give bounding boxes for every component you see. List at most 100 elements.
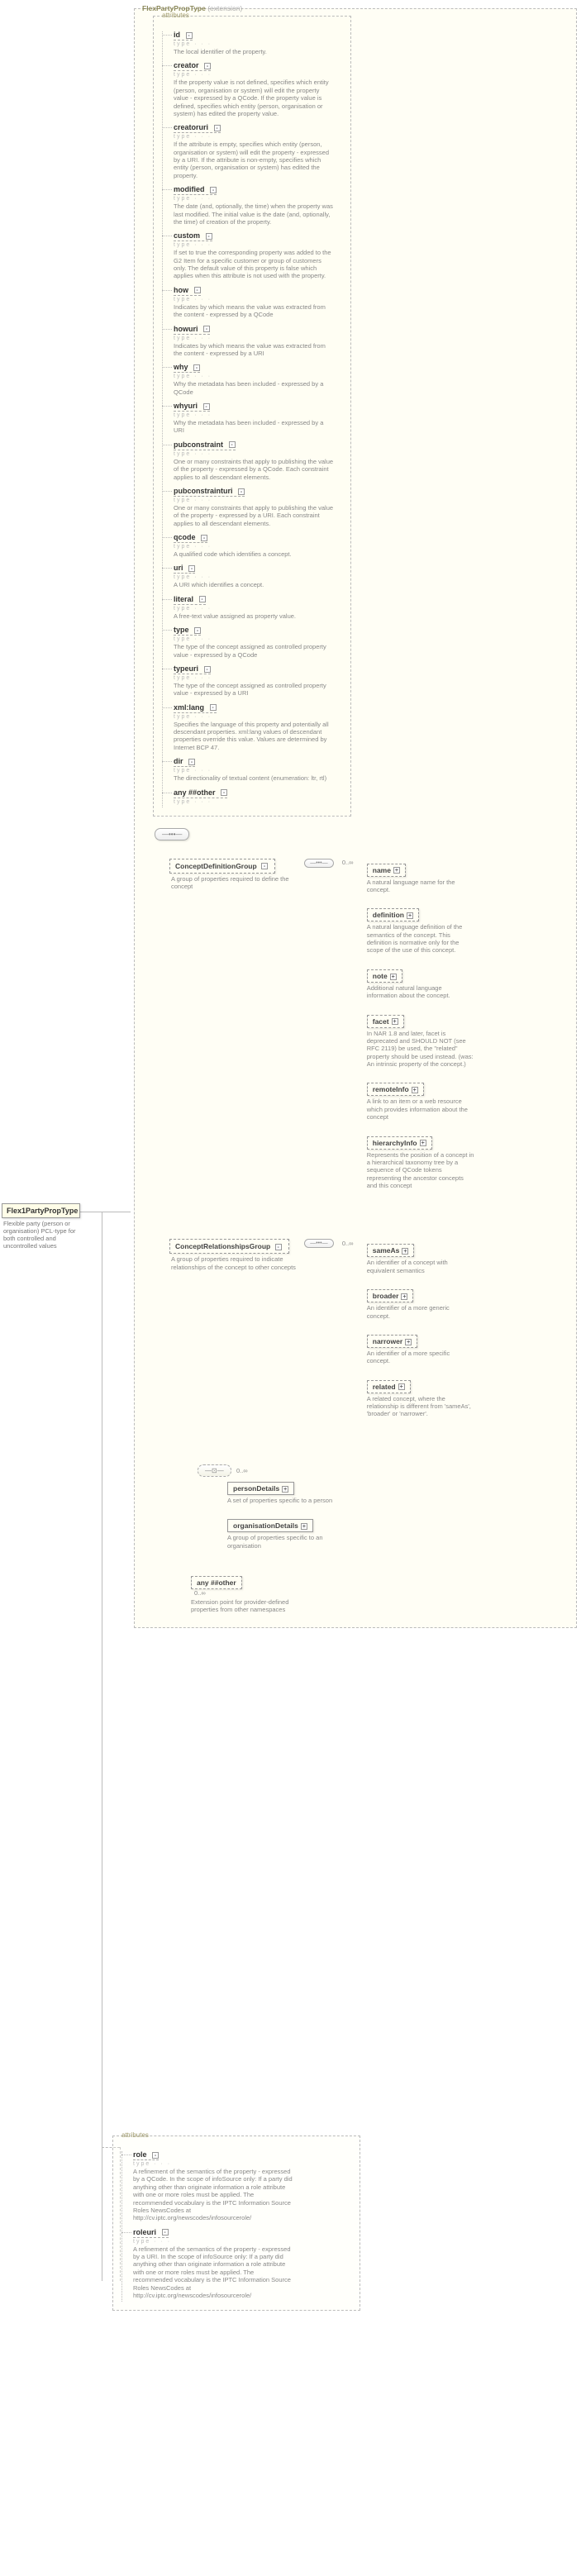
expand-icon[interactable]: + [412,1087,418,1093]
cdg-seq-compositor[interactable]: —•••— [304,859,333,868]
cdg-left: ConceptDefinitionGroup - A group of prop… [169,859,299,891]
attribute-entry: literal -type · · ·A free-text value ass… [174,595,344,620]
expand-icon[interactable]: + [407,912,413,919]
element-box[interactable]: name+ [367,864,406,877]
attribute-name[interactable]: creatoruri - [174,123,221,133]
attribute-name[interactable]: why - [174,363,200,373]
attribute-entry: dir -type · · ·The directionality of tex… [174,757,344,782]
expand-icon[interactable]: - [206,233,212,240]
attribute-name[interactable]: pubconstrainturi - [174,487,245,497]
expand-icon[interactable]: - [193,364,200,371]
cdg-block: ConceptDefinitionGroup - A group of prop… [169,859,571,1205]
attribute-desc: Indicates by which means the value was e… [174,303,335,319]
attribute-desc: One or many constraints that apply to pu… [174,458,335,481]
expand-icon[interactable]: - [203,403,210,410]
expand-icon[interactable]: - [152,2152,159,2159]
attribute-desc: If the attribute is empty, specifies whi… [174,140,335,179]
expand-icon[interactable]: + [405,1339,412,1345]
attribute-name[interactable]: pubconstraint - [174,440,236,450]
expand-icon[interactable]: - [188,565,195,572]
expand-icon[interactable]: - [221,789,227,796]
attribute-name[interactable]: how - [174,286,201,296]
expand-icon[interactable]: - [204,666,211,673]
element-box[interactable]: facet+ [367,1015,404,1028]
expand-icon[interactable]: - [214,125,221,131]
attribute-name[interactable]: id - [174,31,193,40]
element-box[interactable]: organisationDetails+ [227,1519,313,1532]
expand-icon[interactable]: + [398,1383,405,1390]
expand-icon[interactable]: - [261,863,268,869]
expand-icon[interactable]: - [203,326,210,332]
attribute-name[interactable]: any ##other - [174,788,227,798]
attributes-box-top: attributes id -type · · ·The local ident… [153,16,351,817]
attribute-entry: id -type · · ·The local identifier of th… [174,31,344,55]
element-box[interactable]: broader+ [367,1289,414,1302]
choice-compositor[interactable]: —⊡— [198,1464,231,1477]
expand-icon[interactable]: + [390,974,397,980]
attribute-name[interactable]: uri - [174,564,195,574]
element-box[interactable]: narrower+ [367,1335,417,1348]
expand-icon[interactable]: - [210,187,217,193]
expand-icon[interactable]: - [204,63,211,69]
element-row: facet+In NAR 1.8 and later, facet is dep… [367,1015,474,1069]
expand-icon[interactable]: + [420,1140,426,1146]
attribute-name[interactable]: modified - [174,185,217,195]
element-box[interactable]: remoteInfo+ [367,1083,424,1096]
attribute-entry: modified -type · · ·The date (and, optio… [174,185,344,226]
attribute-name[interactable]: roleuri - [133,2228,169,2238]
expand-icon[interactable]: - [188,759,195,765]
expand-icon[interactable]: - [194,287,201,293]
attribute-name[interactable]: role - [133,2150,159,2160]
expand-icon[interactable]: + [392,1018,398,1025]
expand-icon[interactable]: - [229,441,236,448]
expand-icon[interactable]: - [238,488,245,495]
attribute-name[interactable]: creator - [174,61,211,71]
crg-seq-compositor[interactable]: —•••— [304,1239,333,1248]
element-box[interactable]: note+ [367,969,402,983]
attribute-name[interactable]: xml:lang - [174,703,217,713]
attributes-rail [121,2151,122,2302]
element-label: sameAs [373,1246,400,1255]
element-desc: Additional natural language information … [367,984,474,1000]
attribute-name[interactable]: howuri - [174,325,210,335]
crg-left: ConceptRelationshipsGroup - A group of p… [169,1239,299,1271]
expand-icon[interactable]: - [194,627,201,634]
element-label: remoteInfo [373,1085,409,1093]
attribute-name[interactable]: dir - [174,757,195,767]
expand-icon[interactable]: - [201,535,207,541]
attribute-name[interactable]: literal - [174,595,206,605]
sequence-compositor[interactable]: —•••— [155,828,189,840]
element-desc: A related concept, where the relationshi… [367,1395,474,1418]
attribute-name[interactable]: type - [174,626,201,636]
element-box[interactable]: related+ [367,1380,411,1393]
attribute-type-line: type · · · [174,336,344,341]
attribute-type-line: type · · · [174,374,344,379]
element-label: name [373,866,391,874]
element-box[interactable]: personDetails+ [227,1482,294,1495]
expand-icon[interactable]: - [210,704,217,711]
expand-icon[interactable]: + [401,1293,407,1300]
expand-icon[interactable]: + [282,1486,288,1493]
concept-relationships-group[interactable]: ConceptRelationshipsGroup - [169,1239,289,1254]
element-box[interactable]: hierarchyInfo+ [367,1136,432,1150]
element-box[interactable]: definition+ [367,908,419,921]
attribute-name[interactable]: custom - [174,231,212,241]
expand-icon[interactable]: - [275,1244,282,1250]
expand-icon[interactable]: + [393,867,400,874]
attribute-name[interactable]: qcode - [174,533,207,543]
any-other-element[interactable]: any ##other [191,1576,242,1589]
attribute-name[interactable]: typeuri - [174,664,211,674]
expand-icon[interactable]: - [162,2229,169,2236]
element-label: hierarchyInfo [373,1139,417,1147]
expand-icon[interactable]: - [186,32,193,39]
attributes-title: attributes [160,12,344,19]
element-box[interactable]: sameAs+ [367,1244,415,1257]
expand-icon[interactable]: + [301,1523,307,1530]
attribute-name[interactable]: whyuri - [174,402,210,412]
expand-icon[interactable]: - [199,596,206,602]
attribute-desc: The directionality of textual content (e… [174,774,335,782]
expand-icon[interactable]: + [402,1248,408,1255]
root-type-box[interactable]: Flex1PartyPropType [2,1203,80,1218]
concept-definition-group[interactable]: ConceptDefinitionGroup - [169,859,275,874]
crg-children: sameAs+An identifier of a concept with e… [367,1239,474,1432]
